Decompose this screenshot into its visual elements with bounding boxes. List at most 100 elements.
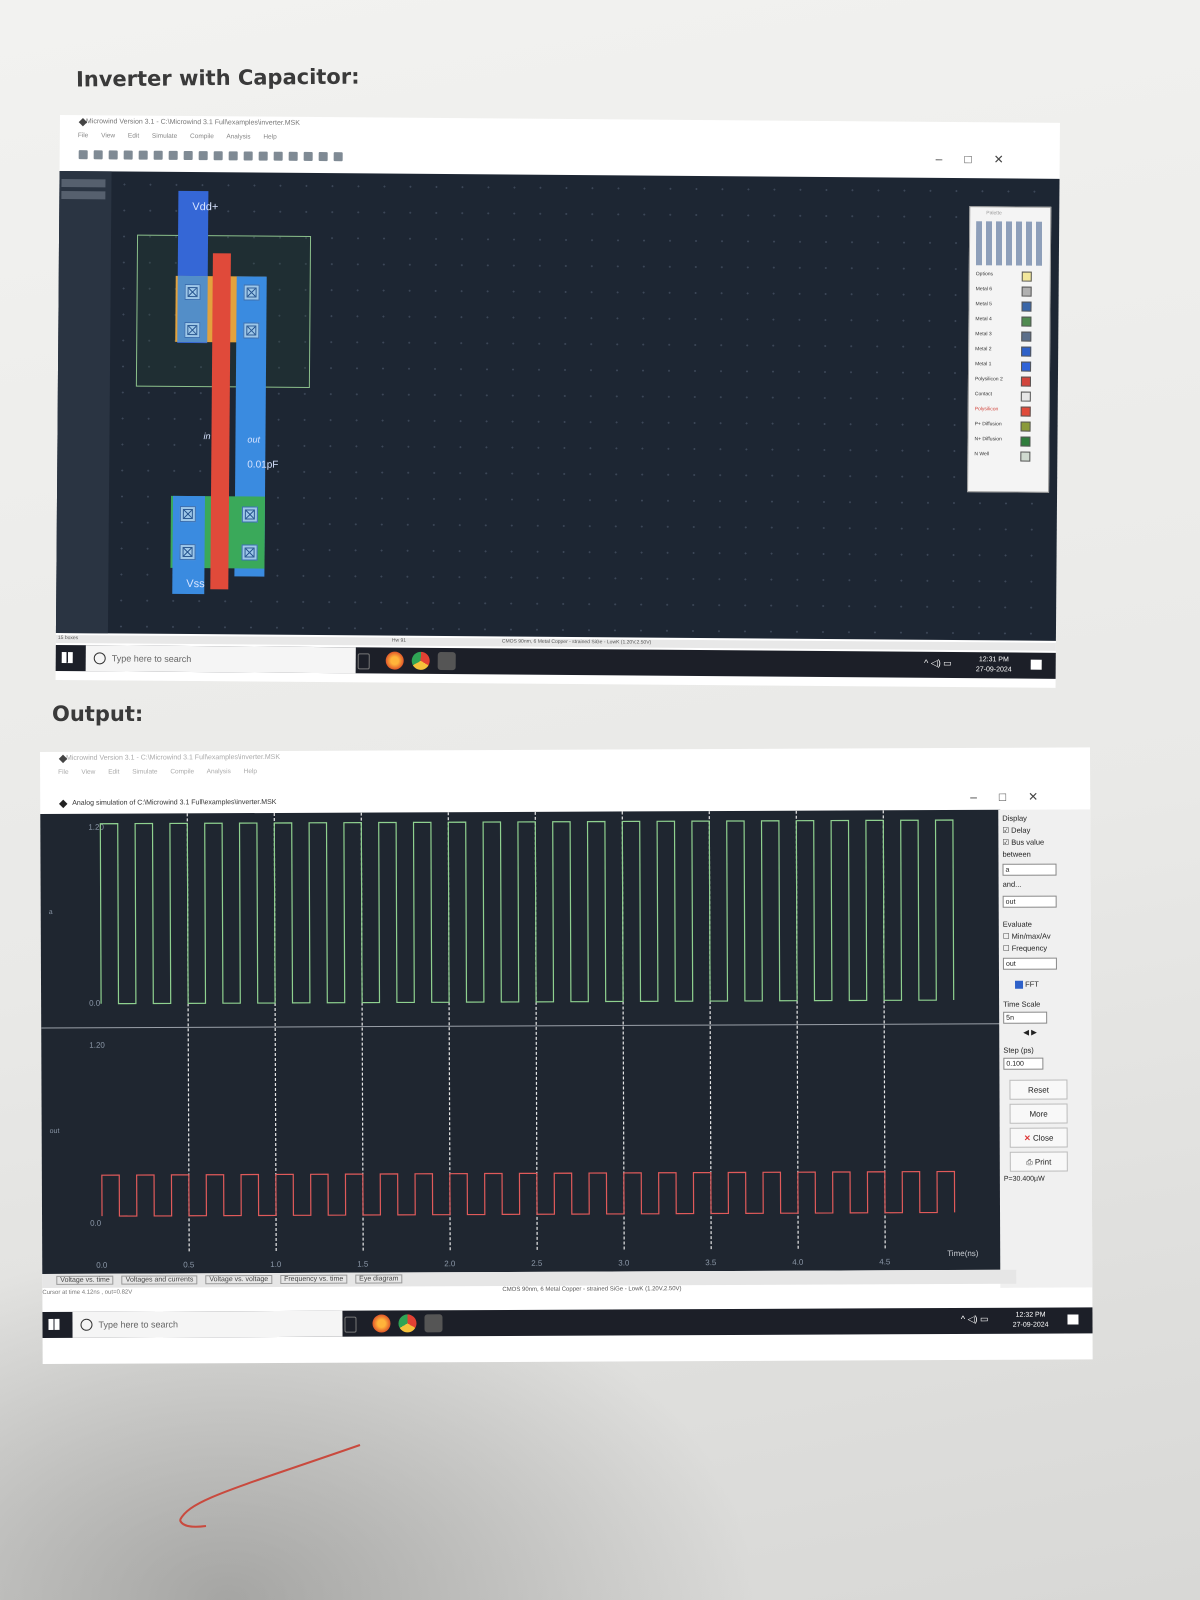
palette-layer-row[interactable]: Contact xyxy=(969,387,1049,403)
menu-help[interactable]: Help xyxy=(263,134,276,141)
menu-analysis[interactable]: Analysis xyxy=(207,768,231,775)
taskbar-clock[interactable]: 12:31 PM 27-09-2024 xyxy=(976,655,1012,675)
palette-layer-row[interactable]: Metal 4 xyxy=(969,312,1049,328)
red-pen-mark xyxy=(179,1444,361,1528)
technology-status: CMOS 90nm, 6 Metal Copper - strained SiG… xyxy=(501,638,652,646)
layer-tab-1[interactable] xyxy=(61,179,106,188)
tab-voltages-and-currents[interactable]: Voltages and currents xyxy=(121,1275,198,1285)
x-axis-label: Time(ns) xyxy=(947,1249,979,1258)
layer-tab-2[interactable] xyxy=(61,191,106,200)
x-tick-label: 2.5 xyxy=(531,1259,543,1268)
firefox-icon[interactable] xyxy=(385,651,404,670)
palette-layer-row[interactable]: Metal 3 xyxy=(969,327,1049,343)
chart-icon[interactable] xyxy=(318,152,328,162)
palette-layer-row[interactable]: Metal 5 xyxy=(969,297,1049,313)
tab-voltage-vs-voltage[interactable]: Voltage vs. voltage xyxy=(205,1274,273,1285)
palette-layer-row[interactable]: N Well xyxy=(968,447,1048,463)
close-button[interactable]: ✕ Close xyxy=(1009,1127,1068,1148)
palette-layer-row[interactable]: N+ Diffusion xyxy=(968,432,1048,448)
time-scale-arrows[interactable]: ◀ ▶ xyxy=(1023,1028,1037,1037)
microwind-icon[interactable] xyxy=(424,1314,443,1333)
more-button[interactable]: More xyxy=(1009,1103,1068,1124)
system-tray-icons[interactable]: ^ ◁) ▭ xyxy=(961,1314,989,1325)
menu-compile[interactable]: Compile xyxy=(190,133,214,140)
step-input[interactable]: 0.100 xyxy=(1003,1057,1044,1070)
palette-tool-icons[interactable] xyxy=(975,221,1045,266)
pencil-icon[interactable] xyxy=(108,150,118,160)
evaluate-signal-dropdown[interactable]: out xyxy=(1002,957,1057,970)
bus-value-checkbox[interactable]: ☑ Bus value xyxy=(1002,838,1044,847)
taskbar-clock[interactable]: 12:32 PM 27-09-2024 xyxy=(1013,1311,1049,1331)
microphone-icon[interactable] xyxy=(357,653,370,670)
palette-layer-row[interactable]: Metal 1 xyxy=(969,357,1049,373)
tab-voltage-vs-time[interactable]: Voltage vs. time xyxy=(56,1275,114,1285)
notification-icon[interactable] xyxy=(1067,1314,1079,1325)
menu-analysis[interactable]: Analysis xyxy=(226,133,250,140)
signal-a-dropdown[interactable]: a xyxy=(1002,863,1057,876)
cut-icon[interactable] xyxy=(243,151,253,161)
text-icon[interactable] xyxy=(288,151,298,161)
simulation-plot[interactable]: 1.20 0.0 a 1.20 0.0 out 0.0 0.5 1.0 1.5 2.0 2.5 3.0 3… xyxy=(40,809,1003,1274)
printer-icon: ⎙ xyxy=(1026,1157,1033,1167)
box-icon[interactable] xyxy=(123,150,133,160)
print-button[interactable]: ⎙ Print xyxy=(1009,1151,1068,1172)
firefox-icon[interactable] xyxy=(372,1314,391,1333)
tab-frequency-vs-time[interactable]: Frequency vs. time xyxy=(280,1274,348,1284)
palette-layer-label: Polysilicon 2 xyxy=(974,376,1003,383)
menu-simulate[interactable]: Simulate xyxy=(132,768,157,775)
windows-start-icon[interactable] xyxy=(61,652,73,664)
move-icon[interactable] xyxy=(138,150,148,160)
menu-edit[interactable]: Edit xyxy=(108,769,119,776)
fit-icon[interactable] xyxy=(198,151,208,161)
connect-icon[interactable] xyxy=(258,151,268,161)
navigate-icon[interactable] xyxy=(333,152,343,162)
menu-simulate[interactable]: Simulate xyxy=(152,133,177,140)
zoom-in-icon[interactable] xyxy=(168,150,178,160)
drc-icon[interactable] xyxy=(303,151,313,161)
contact-5 xyxy=(179,505,196,523)
reset-button[interactable]: Reset xyxy=(1009,1079,1068,1100)
run-simulation-icon[interactable] xyxy=(228,151,238,161)
measure-icon[interactable] xyxy=(213,151,223,161)
window-controls[interactable]: –□✕ xyxy=(936,152,1026,167)
chrome-icon[interactable] xyxy=(411,651,430,670)
delay-checkbox[interactable]: ☑ Delay xyxy=(1002,826,1030,835)
new-icon[interactable] xyxy=(78,150,88,160)
taskbar-search[interactable]: Type here to search xyxy=(85,645,356,674)
signal-name-label: out xyxy=(50,1128,60,1135)
fft-checkbox[interactable]: FFT xyxy=(1015,980,1039,989)
status-mid: Hw 91 xyxy=(391,637,407,644)
palette-layer-row[interactable]: Polysilicon 2 xyxy=(969,372,1049,388)
menu-view[interactable]: View xyxy=(101,132,115,139)
zoom-out-icon[interactable] xyxy=(183,150,193,161)
save-icon[interactable] xyxy=(93,150,103,160)
palette-layer-row[interactable]: P+ Diffusion xyxy=(969,417,1049,433)
frequency-checkbox[interactable]: ☐ Frequency xyxy=(1003,944,1047,953)
signal-b-dropdown[interactable]: out xyxy=(1002,895,1057,908)
taskbar-search[interactable]: Type here to search xyxy=(72,1310,343,1338)
time-scale-dropdown[interactable]: 5n xyxy=(1003,1011,1048,1024)
tab-eye-diagram[interactable]: Eye diagram xyxy=(355,1274,403,1284)
menu-file[interactable]: File xyxy=(58,769,69,776)
menu-compile[interactable]: Compile xyxy=(170,768,194,775)
3d-view-icon[interactable] xyxy=(273,151,283,161)
palette-layer-row[interactable]: Polysilicon xyxy=(969,402,1049,418)
menu-file[interactable]: File xyxy=(78,132,89,139)
dialog-window-controls[interactable]: –□✕ xyxy=(970,790,1060,804)
menu-edit[interactable]: Edit xyxy=(128,133,139,140)
windows-start-icon[interactable] xyxy=(48,1318,60,1330)
menu-view[interactable]: View xyxy=(81,769,95,776)
vdd-label: Vdd+ xyxy=(192,201,219,214)
palette-layer-label: Options xyxy=(975,271,994,278)
palette-layer-row[interactable]: Options xyxy=(970,267,1050,283)
microwind-icon[interactable] xyxy=(437,651,456,671)
palette-layer-row[interactable]: Metal 6 xyxy=(970,282,1050,298)
notification-icon[interactable] xyxy=(1030,659,1042,670)
copy-icon[interactable] xyxy=(153,150,163,160)
menu-help[interactable]: Help xyxy=(244,768,257,775)
minmax-checkbox[interactable]: ☐ Min/max/Av xyxy=(1003,932,1051,941)
chrome-icon[interactable] xyxy=(398,1314,417,1333)
system-tray-icons[interactable]: ^ ◁) ▭ xyxy=(924,658,952,669)
microphone-icon[interactable] xyxy=(344,1316,357,1333)
palette-layer-row[interactable]: Metal 2 xyxy=(969,342,1049,358)
